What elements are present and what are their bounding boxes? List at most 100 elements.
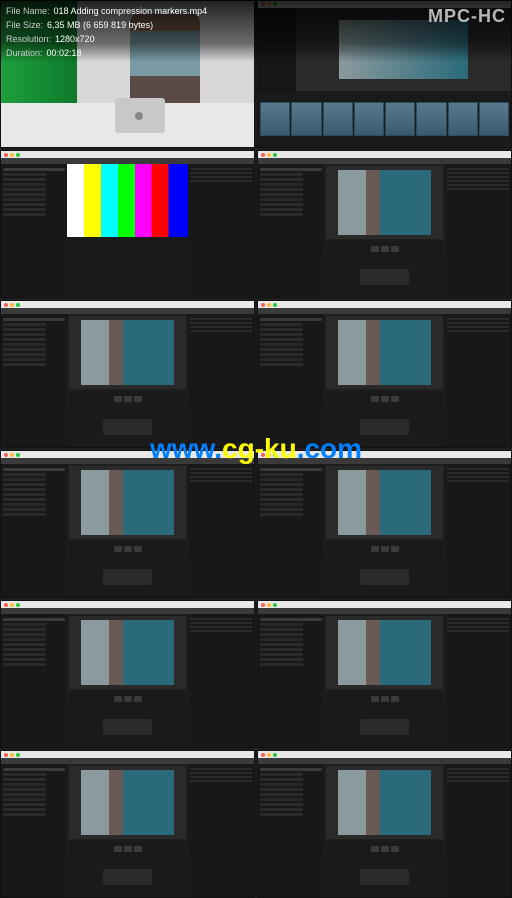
inspector[interactable]	[188, 314, 254, 447]
add-chapter-button[interactable]	[103, 719, 152, 735]
prev-button[interactable]	[371, 246, 379, 252]
play-button[interactable]	[124, 396, 132, 402]
inspector[interactable]	[188, 164, 254, 297]
clip[interactable]	[448, 102, 478, 135]
preview	[69, 616, 186, 689]
clip[interactable]	[260, 102, 290, 135]
clip[interactable]	[291, 102, 321, 135]
play-button[interactable]	[381, 396, 389, 402]
inspector[interactable]	[188, 764, 254, 897]
transport[interactable]	[326, 691, 443, 707]
prev-button[interactable]	[371, 696, 379, 702]
settings-sidebar[interactable]	[1, 614, 67, 747]
zoom-icon	[16, 303, 20, 307]
menubar	[258, 751, 511, 758]
settings-sidebar[interactable]	[258, 614, 324, 747]
next-button[interactable]	[391, 546, 399, 552]
play-button[interactable]	[124, 546, 132, 552]
transport[interactable]	[326, 391, 443, 407]
compressor-cell[interactable]	[0, 450, 255, 598]
add-chapter-button[interactable]	[360, 419, 409, 435]
next-button[interactable]	[134, 846, 142, 852]
clip[interactable]	[354, 102, 384, 135]
add-chapter-button[interactable]	[103, 569, 152, 585]
add-chapter-button[interactable]	[360, 719, 409, 735]
next-button[interactable]	[391, 846, 399, 852]
inspector[interactable]	[445, 164, 511, 297]
compressor-cell[interactable]	[0, 300, 255, 448]
play-button[interactable]	[124, 696, 132, 702]
compressor-cell[interactable]	[0, 600, 255, 748]
compressor-cell[interactable]	[257, 750, 512, 898]
compressor-cell[interactable]	[0, 750, 255, 898]
compressor-cell[interactable]	[257, 600, 512, 748]
prev-button[interactable]	[371, 396, 379, 402]
next-button[interactable]	[391, 696, 399, 702]
settings-sidebar[interactable]	[1, 464, 67, 597]
play-button[interactable]	[124, 846, 132, 852]
inspector[interactable]	[445, 464, 511, 597]
transport[interactable]	[69, 541, 186, 557]
timeline-track[interactable]	[258, 91, 511, 147]
prev-button[interactable]	[114, 396, 122, 402]
prev-button[interactable]	[114, 846, 122, 852]
watermark-mid: cg-ku	[222, 433, 297, 464]
play-button[interactable]	[381, 246, 389, 252]
compressor-cell[interactable]	[0, 150, 255, 298]
compressor-cell[interactable]	[257, 450, 512, 598]
preview-area	[67, 164, 188, 297]
close-icon	[4, 453, 8, 457]
settings-sidebar[interactable]	[1, 314, 67, 447]
transport[interactable]	[69, 391, 186, 407]
transport[interactable]	[69, 841, 186, 857]
preview-area	[324, 764, 445, 897]
next-button[interactable]	[391, 396, 399, 402]
settings-sidebar[interactable]	[258, 464, 324, 597]
clip[interactable]	[385, 102, 415, 135]
inspector[interactable]	[445, 764, 511, 897]
prev-button[interactable]	[114, 696, 122, 702]
prev-button[interactable]	[371, 546, 379, 552]
inspector[interactable]	[445, 314, 511, 447]
prev-button[interactable]	[371, 846, 379, 852]
next-button[interactable]	[134, 396, 142, 402]
add-chapter-button[interactable]	[103, 869, 152, 885]
settings-sidebar[interactable]	[1, 164, 67, 297]
minimize-icon	[10, 603, 14, 607]
transport[interactable]	[326, 541, 443, 557]
play-button[interactable]	[381, 696, 389, 702]
compressor-cell[interactable]	[257, 150, 512, 298]
transport[interactable]	[326, 241, 443, 257]
next-button[interactable]	[391, 246, 399, 252]
play-button[interactable]	[381, 846, 389, 852]
transport[interactable]	[326, 841, 443, 857]
settings-sidebar[interactable]	[258, 314, 324, 447]
settings-sidebar[interactable]	[258, 164, 324, 297]
prev-button[interactable]	[114, 546, 122, 552]
add-chapter-button[interactable]	[360, 869, 409, 885]
preview-area	[67, 614, 188, 747]
settings-sidebar[interactable]	[1, 764, 67, 897]
add-chapter-button[interactable]	[103, 419, 152, 435]
next-button[interactable]	[134, 546, 142, 552]
next-button[interactable]	[134, 696, 142, 702]
clip[interactable]	[416, 102, 446, 135]
inspector[interactable]	[188, 614, 254, 747]
transport[interactable]	[69, 691, 186, 707]
clip[interactable]	[479, 102, 509, 135]
compressor-cell[interactable]	[257, 300, 512, 448]
watermark: www.cg-ku.com	[150, 433, 362, 465]
inspector[interactable]	[188, 464, 254, 597]
duration-value: 00:02:18	[47, 46, 82, 60]
play-button[interactable]	[381, 546, 389, 552]
add-chapter-button[interactable]	[360, 569, 409, 585]
settings-sidebar[interactable]	[258, 764, 324, 897]
color-bars	[67, 164, 188, 237]
chapter-area	[67, 857, 188, 897]
minimize-icon	[10, 753, 14, 757]
clip-thumb	[338, 620, 432, 686]
inspector[interactable]	[445, 614, 511, 747]
add-chapter-button[interactable]	[360, 269, 409, 285]
info-overlay: File Name: 018 Adding compression marker…	[0, 0, 512, 62]
clip[interactable]	[323, 102, 353, 135]
